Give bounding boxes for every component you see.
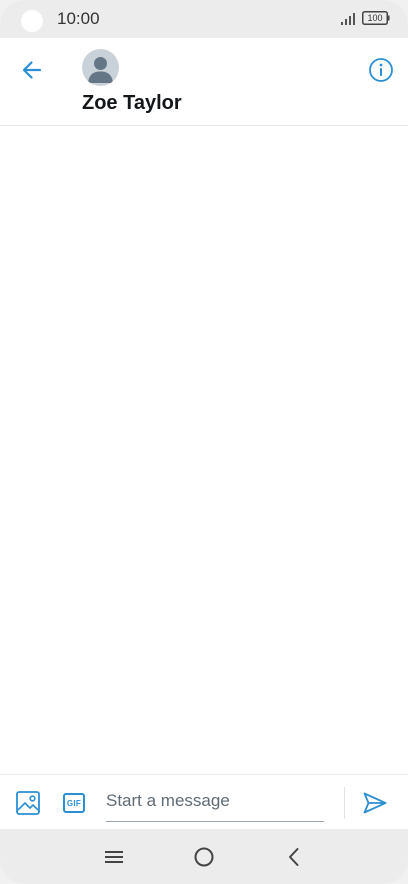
status-time: 10:00 (57, 9, 100, 28)
recent-apps-icon (105, 851, 123, 863)
info-button[interactable] (366, 55, 396, 85)
message-input[interactable] (106, 785, 324, 822)
battery-level: 100 (367, 13, 383, 23)
image-icon (16, 791, 40, 815)
system-nav-bar (0, 829, 408, 884)
chevron-left-icon (289, 848, 299, 866)
default-avatar-icon (88, 57, 113, 83)
send-icon (363, 792, 387, 814)
phone-screen: 10:00 100 Zoe Taylor GIF Start a message (0, 0, 408, 884)
add-photo-button[interactable] (14, 789, 42, 817)
camera-cutout (21, 10, 43, 32)
back-button[interactable] (16, 54, 48, 86)
home-circle-icon (194, 847, 214, 867)
gif-icon: GIF (63, 793, 85, 813)
add-gif-button[interactable]: GIF (61, 791, 87, 815)
send-button[interactable] (360, 789, 390, 817)
recent-apps-button[interactable] (100, 843, 128, 871)
contact-name[interactable]: Zoe Taylor (82, 92, 182, 115)
home-button[interactable] (190, 843, 218, 871)
message-thread[interactable] (0, 126, 408, 774)
signal-bars-icon (341, 13, 355, 25)
info-circle-icon (369, 58, 393, 82)
conversation-header: Zoe Taylor (0, 38, 408, 126)
status-bar: 10:00 100 (0, 0, 408, 38)
system-back-button[interactable] (280, 843, 308, 871)
composer-divider (344, 787, 345, 819)
arrow-left-icon (22, 61, 42, 79)
message-composer: GIF (0, 774, 408, 830)
avatar[interactable] (82, 49, 119, 86)
